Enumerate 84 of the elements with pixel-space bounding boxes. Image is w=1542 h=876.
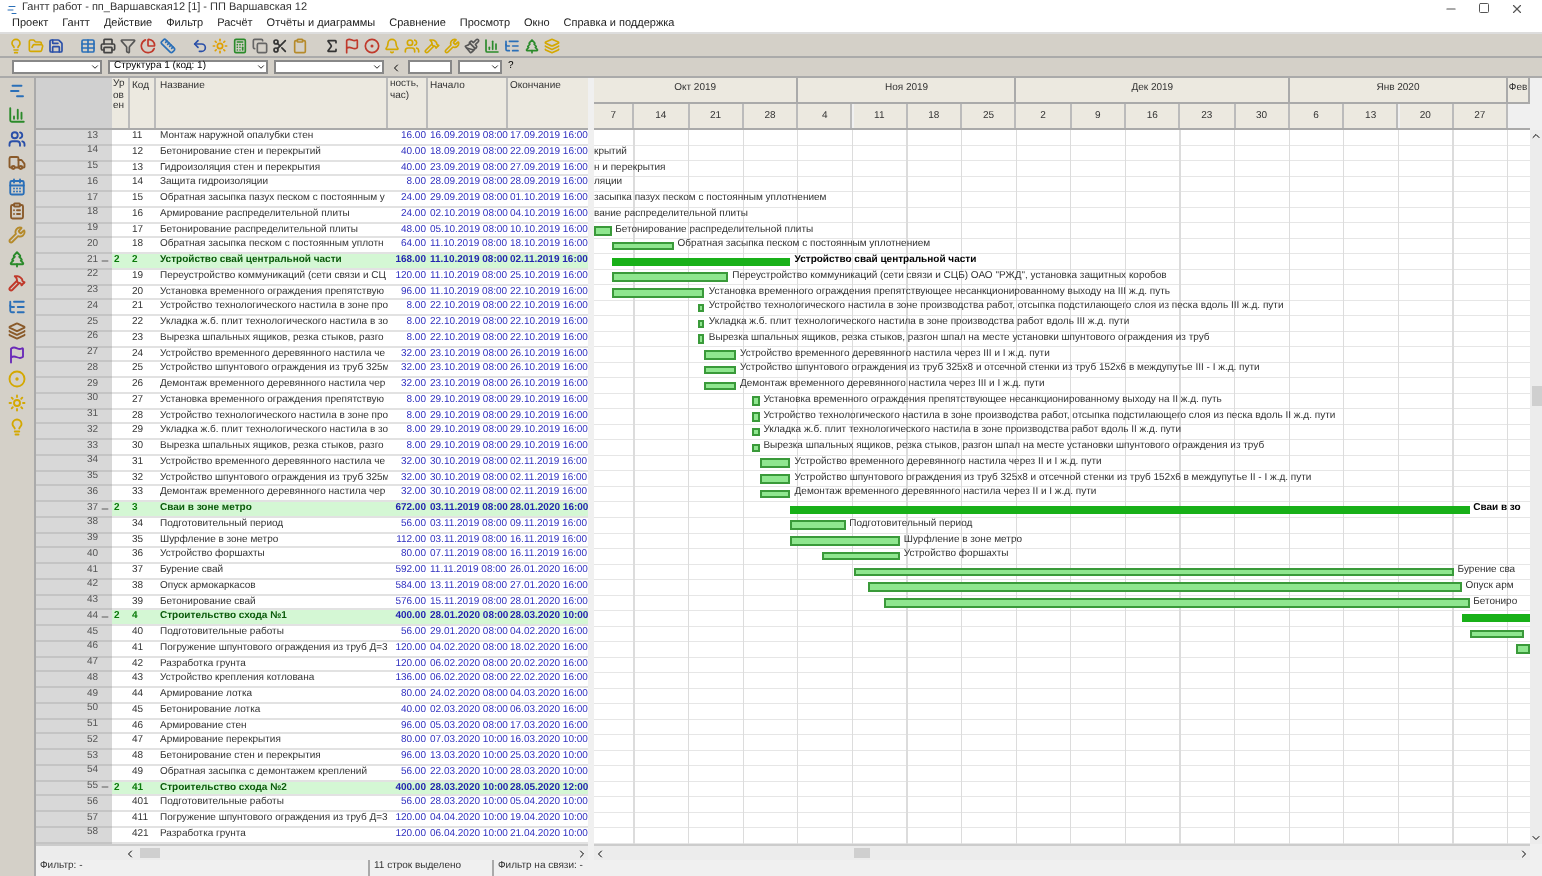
task-bar[interactable]	[704, 365, 736, 375]
calculator-icon[interactable]	[232, 37, 248, 53]
scroll-thumb[interactable]	[1531, 386, 1541, 406]
task-bar[interactable]	[790, 520, 846, 530]
close-icon[interactable]	[1510, 2, 1524, 16]
task-bar[interactable]	[751, 412, 760, 421]
scrollbar[interactable]	[1530, 130, 1542, 844]
filter-icon[interactable]	[120, 37, 136, 53]
table-icon[interactable]	[80, 37, 96, 53]
save-icon[interactable]	[48, 37, 64, 53]
tree-icon[interactable]	[8, 298, 26, 316]
scrollbar[interactable]	[36, 844, 588, 860]
task-bar[interactable]	[853, 567, 1454, 576]
task-bar[interactable]	[697, 334, 705, 344]
summary-bar[interactable]	[1461, 614, 1530, 623]
scroll-thumb[interactable]	[140, 848, 160, 858]
task-bar[interactable]	[821, 551, 900, 561]
clipboard-icon[interactable]	[292, 37, 308, 53]
collapse-icon[interactable]	[100, 503, 110, 514]
chevron-down-icon	[256, 62, 266, 72]
ruler-icon[interactable]	[160, 37, 176, 53]
task-bar[interactable]	[594, 226, 612, 235]
truck-icon[interactable]	[8, 154, 26, 172]
copy-icon[interactable]	[252, 37, 268, 53]
printer-icon[interactable]	[100, 37, 116, 53]
scroll-left-icon[interactable]	[594, 847, 606, 859]
calendar-icon[interactable]	[8, 178, 26, 196]
pine-icon[interactable]	[524, 37, 540, 53]
task-bar[interactable]	[751, 443, 760, 452]
scroll-thumb[interactable]	[854, 848, 870, 858]
task-bar[interactable]	[697, 303, 705, 313]
tree-icon[interactable]	[504, 37, 520, 53]
task-bar[interactable]	[790, 536, 900, 545]
task-bar[interactable]	[751, 396, 760, 406]
bar-chart-icon[interactable]	[8, 106, 26, 124]
scroll-up-icon[interactable]	[1530, 130, 1542, 142]
wrench-icon[interactable]	[8, 226, 26, 244]
task-bar[interactable]	[1516, 644, 1530, 654]
layers-icon[interactable]	[8, 322, 26, 340]
app-icon	[6, 3, 18, 15]
scroll-down-icon[interactable]	[1530, 832, 1542, 844]
task-bar[interactable]	[759, 458, 791, 468]
gantt-icon[interactable]	[8, 82, 26, 100]
scroll-right-icon[interactable]	[576, 847, 588, 859]
task-bar[interactable]	[884, 598, 1470, 607]
pine-icon[interactable]	[8, 250, 26, 268]
scissors-icon[interactable]	[272, 37, 288, 53]
scroll-left-icon[interactable]	[124, 847, 136, 859]
task-bar[interactable]	[868, 582, 1462, 592]
task-bar[interactable]	[611, 241, 674, 251]
chevron-down-icon	[90, 62, 100, 72]
collapse-icon[interactable]	[100, 782, 110, 793]
bar-chart-icon[interactable]	[484, 37, 500, 53]
task-bar[interactable]	[611, 272, 729, 282]
input-field[interactable]	[408, 60, 452, 74]
flag-icon[interactable]	[8, 346, 26, 364]
task-bar[interactable]	[611, 288, 705, 297]
sigma-icon[interactable]	[324, 37, 340, 53]
dropdown[interactable]	[458, 60, 502, 74]
collapse-icon[interactable]	[100, 255, 110, 266]
task-bar[interactable]	[751, 427, 760, 437]
people-icon[interactable]	[8, 130, 26, 148]
brush-icon[interactable]	[464, 37, 480, 53]
chevron-down-icon	[490, 62, 500, 72]
hammer-icon[interactable]	[8, 274, 26, 292]
task-bar[interactable]	[704, 381, 736, 390]
maximize-icon[interactable]	[1478, 2, 1490, 14]
task-bar[interactable]	[759, 489, 791, 499]
task-bar[interactable]	[1469, 629, 1524, 638]
minimize-icon[interactable]	[1444, 2, 1458, 16]
chevron-down-icon	[372, 62, 382, 72]
collapse-icon[interactable]	[100, 612, 110, 623]
scrollbar[interactable]	[594, 844, 1530, 860]
task-bar[interactable]	[704, 350, 736, 359]
pie-chart-icon[interactable]	[140, 37, 156, 53]
task-bar[interactable]	[759, 474, 791, 483]
clipboard-icon[interactable]	[8, 202, 26, 220]
flag-icon[interactable]	[344, 37, 360, 53]
target-icon[interactable]	[364, 37, 380, 53]
dropdown[interactable]	[12, 60, 102, 74]
previous-icon[interactable]	[390, 61, 402, 73]
scroll-right-icon[interactable]	[1518, 847, 1530, 859]
undo-icon[interactable]	[192, 37, 208, 53]
task-bar[interactable]	[697, 319, 705, 328]
